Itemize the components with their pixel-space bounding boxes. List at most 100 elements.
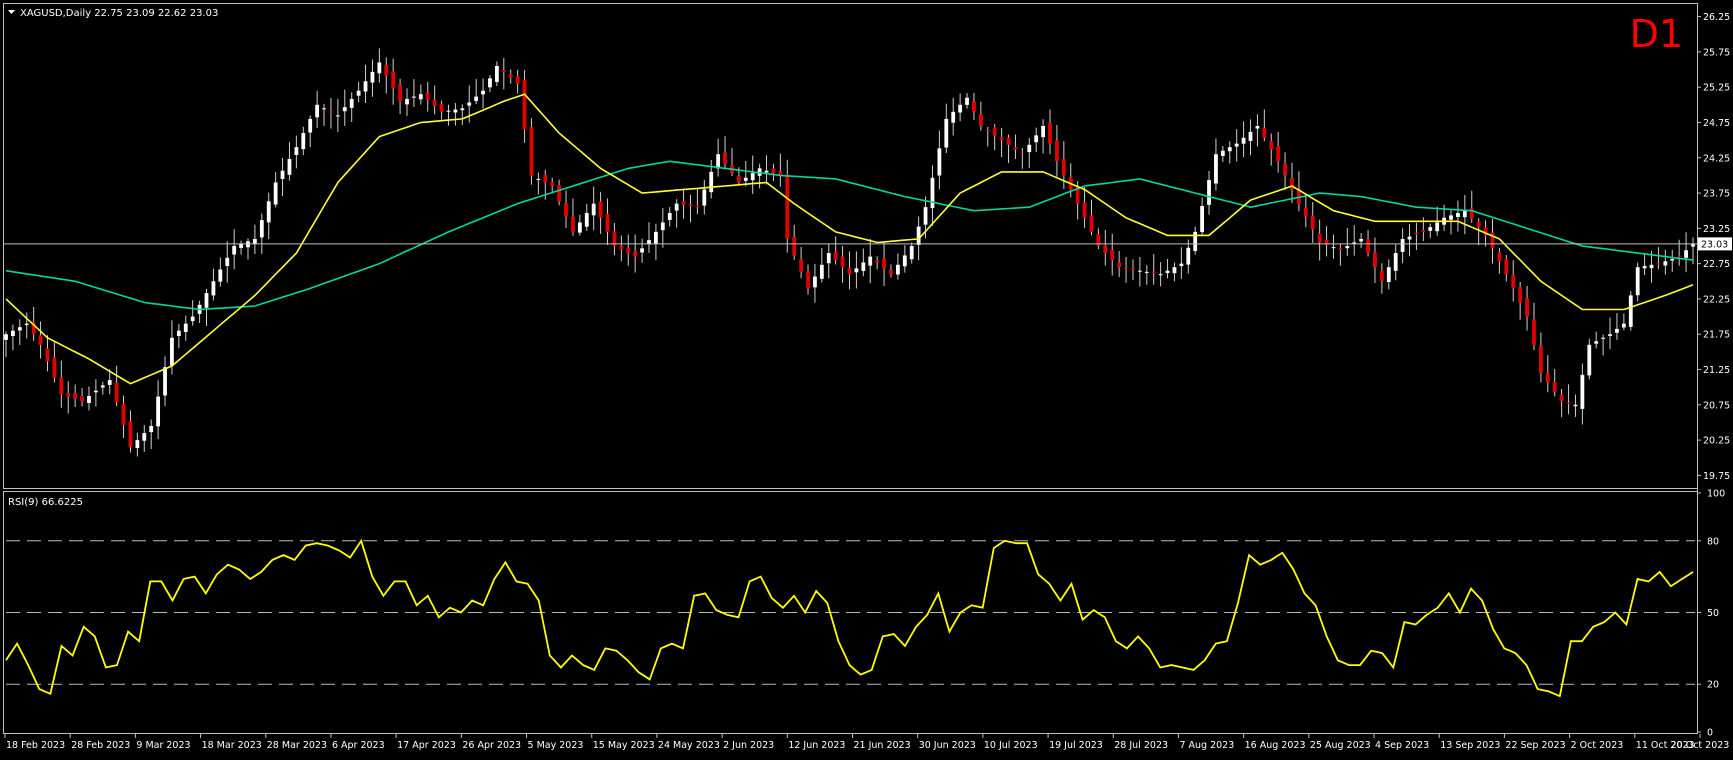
candle-body: [951, 111, 956, 123]
candle-body: [342, 107, 347, 112]
time-tick-label: 22 Sep 2023: [1505, 740, 1565, 751]
candle-body: [1656, 263, 1661, 265]
time-tick-label: 24 May 2023: [658, 740, 720, 751]
candle-body: [1283, 163, 1287, 176]
candle-body: [1345, 246, 1350, 249]
candle-body: [978, 114, 983, 126]
candle-body: [1663, 261, 1668, 266]
candle-body: [584, 213, 589, 227]
time-tick-label: 4 Sep 2023: [1375, 740, 1429, 751]
candle-body: [716, 154, 721, 169]
candle-body: [488, 78, 492, 88]
time-tick-label: 9 Mar 2023: [136, 740, 190, 751]
candle-body: [736, 176, 741, 183]
candle-body: [1538, 346, 1543, 374]
candle-body: [1234, 143, 1239, 147]
candle-body: [660, 222, 665, 231]
candle-body: [232, 246, 237, 255]
candle-body: [170, 337, 174, 366]
candle-body: [1317, 233, 1322, 243]
candle-body: [1573, 404, 1578, 407]
candle-body: [211, 281, 216, 296]
candle-body: [425, 92, 430, 101]
candle-body: [1428, 227, 1433, 231]
candle-body: [564, 203, 568, 217]
candle-body: [1290, 178, 1294, 190]
candle-body: [944, 118, 949, 148]
time-tick-label: 21 Jun 2023: [854, 740, 911, 751]
candle-body: [633, 251, 638, 257]
candle-body: [1559, 394, 1564, 402]
candle-body: [1055, 140, 1059, 162]
candle-body: [1255, 126, 1260, 129]
time-tick-label: 15 May 2023: [593, 740, 655, 751]
rsi-tick-label: 80: [1707, 536, 1719, 547]
candle-body: [1082, 202, 1087, 218]
symbol-dropdown-icon[interactable]: [8, 10, 15, 14]
time-tick-label: 10 Jul 2023: [984, 740, 1038, 751]
candle-body: [315, 104, 320, 118]
candle-body: [1580, 374, 1585, 409]
candle-body: [965, 97, 969, 105]
candle-body: [204, 293, 209, 308]
candle-body: [87, 396, 91, 404]
candle-body: [1276, 146, 1281, 162]
candle-body: [1532, 319, 1536, 345]
candle-body: [460, 108, 465, 111]
candle-body: [1566, 402, 1571, 404]
candle-body: [861, 262, 866, 271]
candle-body: [1615, 328, 1619, 333]
candle-body: [985, 129, 990, 131]
candle-body: [432, 100, 437, 106]
candle-body: [1013, 147, 1018, 150]
rsi-tick-label: 20: [1707, 680, 1719, 691]
candle-body: [771, 168, 776, 174]
price-panel-frame: [3, 3, 1698, 489]
candle-body: [529, 127, 534, 176]
candle-body: [515, 76, 520, 84]
candle-body: [626, 247, 631, 254]
candle-body: [1608, 334, 1612, 336]
candle-body: [937, 148, 942, 176]
candle-body: [1525, 298, 1529, 317]
candle-body: [909, 246, 914, 260]
candle-body: [294, 147, 299, 155]
price-tick-label: 24.25: [1703, 153, 1730, 164]
rsi-line: [5, 538, 1694, 698]
candle-body: [481, 90, 485, 95]
candle-body: [806, 271, 810, 289]
candle-body: [1642, 266, 1647, 269]
candle-body: [384, 65, 389, 76]
candle-body: [1241, 137, 1246, 144]
trading-chart-window[interactable]: 26.25 25.75 25.25 24.75 24.25 23.75 23.25 22.75…: [0, 0, 1733, 756]
candle-body: [882, 258, 886, 269]
time-tick-label: 28 Mar 2023: [267, 740, 327, 751]
candle-body: [619, 246, 624, 250]
candle-body: [1041, 126, 1045, 138]
candle-body: [688, 204, 693, 206]
candle-body: [1684, 250, 1688, 258]
candle-body: [370, 71, 375, 83]
chart-canvas[interactable]: 26.25 25.75 25.25 24.75 24.25 23.75 23.25 22.75…: [0, 0, 1733, 756]
candle-body: [1373, 252, 1377, 268]
time-tick-label: 5 May 2023: [528, 740, 584, 751]
candle-body: [577, 222, 582, 233]
candle-body: [833, 251, 838, 261]
candle-body: [1061, 159, 1066, 176]
candle-body: [1462, 210, 1467, 218]
candle-body: [59, 377, 64, 395]
candle-body: [1628, 295, 1633, 327]
candle-body: [329, 111, 333, 113]
candle-body: [750, 173, 755, 181]
candle-body: [654, 231, 658, 244]
candle-body: [923, 207, 928, 225]
timeframe-badge: D1: [1630, 12, 1683, 56]
candle-body: [992, 127, 997, 136]
candle-body: [1303, 207, 1308, 217]
candle-body: [674, 203, 679, 211]
time-tick-label: 2 Jun 2023: [723, 740, 774, 751]
candle-body: [45, 348, 50, 362]
candle-body: [439, 103, 444, 112]
time-tick-label: 6 Apr 2023: [332, 740, 385, 751]
candle-body: [605, 213, 610, 232]
